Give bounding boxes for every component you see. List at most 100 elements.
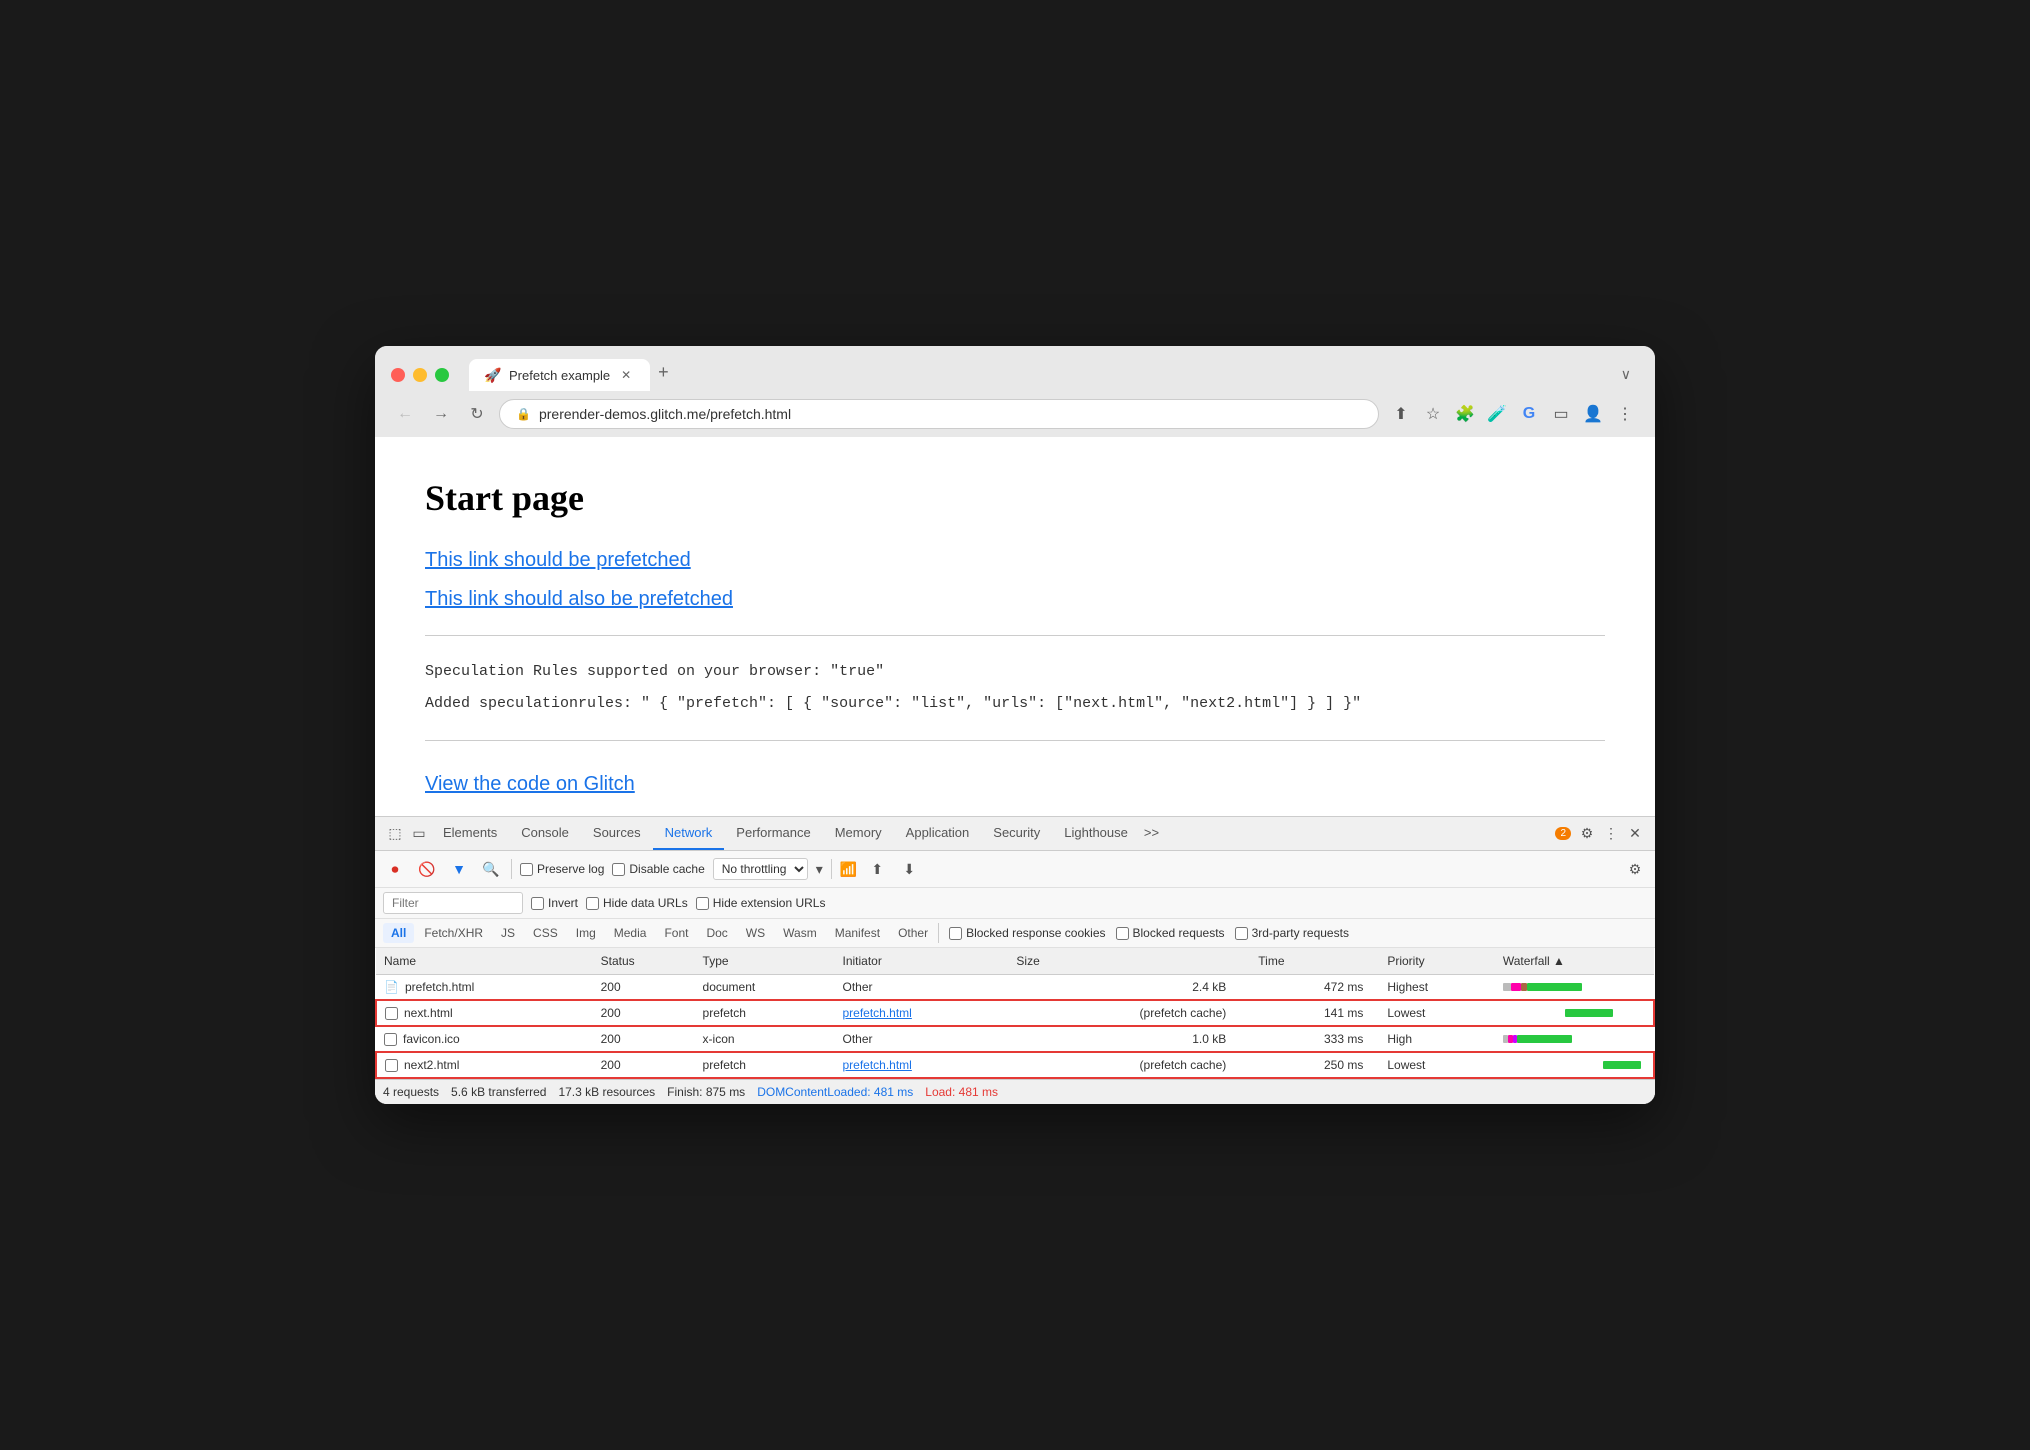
- col-priority[interactable]: Priority: [1379, 948, 1494, 975]
- clear-button[interactable]: 🚫: [415, 857, 439, 881]
- tab-application[interactable]: Application: [894, 817, 982, 850]
- filter-other[interactable]: Other: [890, 923, 936, 943]
- settings-icon[interactable]: ⚙: [1575, 822, 1599, 846]
- col-waterfall[interactable]: Waterfall ▲: [1495, 948, 1654, 975]
- col-status[interactable]: Status: [593, 948, 695, 975]
- tab-elements[interactable]: Elements: [431, 817, 509, 850]
- filter-img[interactable]: Img: [568, 923, 604, 943]
- initiator-link[interactable]: prefetch.html: [842, 1058, 911, 1072]
- invert-label[interactable]: Invert: [531, 896, 578, 910]
- row-checkbox[interactable]: [385, 1059, 398, 1072]
- element-picker-icon[interactable]: ⬚: [383, 822, 407, 846]
- disable-cache-checkbox[interactable]: [612, 863, 625, 876]
- filter-js[interactable]: JS: [493, 923, 523, 943]
- third-party-checkbox[interactable]: [1235, 927, 1248, 940]
- labs-icon[interactable]: 🧪: [1483, 400, 1511, 428]
- cell-initiator[interactable]: prefetch.html: [834, 1052, 1008, 1078]
- menu-icon[interactable]: ⋮: [1611, 400, 1639, 428]
- table-row[interactable]: next2.html 200 prefetch prefetch.html (p…: [376, 1052, 1654, 1078]
- document-icon: 📄: [384, 980, 399, 994]
- filter-manifest[interactable]: Manifest: [827, 923, 888, 943]
- cell-initiator[interactable]: prefetch.html: [834, 1000, 1008, 1026]
- row-checkbox[interactable]: [385, 1007, 398, 1020]
- collapse-button[interactable]: ∨: [1613, 362, 1639, 387]
- new-tab-button[interactable]: +: [650, 358, 677, 387]
- filter-font[interactable]: Font: [656, 923, 696, 943]
- invert-checkbox[interactable]: [531, 897, 544, 910]
- finish-time: Finish: 875 ms: [667, 1085, 745, 1099]
- search-icon[interactable]: 🔍: [479, 857, 503, 881]
- third-party-label[interactable]: 3rd-party requests: [1235, 926, 1349, 940]
- share-icon[interactable]: ⬆: [1387, 400, 1415, 428]
- tab-security[interactable]: Security: [981, 817, 1052, 850]
- col-time[interactable]: Time: [1250, 948, 1379, 975]
- more-options-icon[interactable]: ⋮: [1599, 822, 1623, 846]
- minimize-button[interactable]: [413, 368, 427, 382]
- more-tabs-button[interactable]: >>: [1140, 817, 1163, 850]
- filter-icon[interactable]: ▼: [447, 857, 471, 881]
- blocked-cookies-label[interactable]: Blocked response cookies: [949, 926, 1105, 940]
- extensions-icon[interactable]: 🧩: [1451, 400, 1479, 428]
- tab-sources[interactable]: Sources: [581, 817, 653, 850]
- hide-data-label[interactable]: Hide data URLs: [586, 896, 688, 910]
- col-name[interactable]: Name: [376, 948, 593, 975]
- waterfall-bar: [1503, 983, 1511, 991]
- back-button[interactable]: ←: [391, 400, 419, 428]
- preserve-log-checkbox[interactable]: [520, 863, 533, 876]
- profile-icon[interactable]: 👤: [1579, 400, 1607, 428]
- cell-priority: Highest: [1379, 975, 1494, 1001]
- upload-icon[interactable]: ⬆: [865, 857, 889, 881]
- tab-performance[interactable]: Performance: [724, 817, 822, 850]
- tab-console[interactable]: Console: [509, 817, 581, 850]
- col-initiator[interactable]: Initiator: [834, 948, 1008, 975]
- disable-cache-label[interactable]: Disable cache: [612, 862, 704, 876]
- speculation-rules-line2: Added speculationrules: " { "prefetch": …: [425, 692, 1605, 716]
- table-row[interactable]: next.html 200 prefetch prefetch.html (pr…: [376, 1000, 1654, 1026]
- google-icon[interactable]: G: [1515, 400, 1543, 428]
- record-button[interactable]: ⏺: [383, 857, 407, 881]
- prefetch-link-2[interactable]: This link should also be prefetched: [425, 588, 1605, 611]
- cell-time: 333 ms: [1250, 1026, 1379, 1052]
- hide-data-checkbox[interactable]: [586, 897, 599, 910]
- star-icon[interactable]: ☆: [1419, 400, 1447, 428]
- table-row[interactable]: favicon.ico 200 x-icon Other 1.0 kB 333 …: [376, 1026, 1654, 1052]
- tab-close-icon[interactable]: ✕: [618, 367, 634, 383]
- tab-memory[interactable]: Memory: [823, 817, 894, 850]
- view-code-link[interactable]: View the code on Glitch: [425, 773, 635, 796]
- close-button[interactable]: [391, 368, 405, 382]
- preserve-log-label[interactable]: Preserve log: [520, 862, 604, 876]
- filter-wasm[interactable]: Wasm: [775, 923, 825, 943]
- close-devtools-icon[interactable]: ✕: [1623, 822, 1647, 846]
- tab-network[interactable]: Network: [653, 817, 725, 850]
- col-size[interactable]: Size: [1008, 948, 1250, 975]
- forward-button[interactable]: →: [427, 400, 455, 428]
- active-tab[interactable]: 🚀 Prefetch example ✕: [469, 359, 650, 391]
- filter-doc[interactable]: Doc: [698, 923, 735, 943]
- filter-media[interactable]: Media: [606, 923, 655, 943]
- row-checkbox[interactable]: [384, 1033, 397, 1046]
- reading-list-icon[interactable]: ▭: [1547, 400, 1575, 428]
- col-type[interactable]: Type: [695, 948, 835, 975]
- download-icon[interactable]: ⬇: [897, 857, 921, 881]
- blocked-cookies-checkbox[interactable]: [949, 927, 962, 940]
- maximize-button[interactable]: [435, 368, 449, 382]
- filter-all[interactable]: All: [383, 923, 414, 943]
- device-toolbar-icon[interactable]: ▭: [407, 822, 431, 846]
- prefetch-link-1[interactable]: This link should be prefetched: [425, 549, 1605, 572]
- tab-lighthouse[interactable]: Lighthouse: [1052, 817, 1140, 850]
- throttle-select[interactable]: No throttling Fast 3G Slow 3G Offline: [713, 858, 808, 880]
- reload-button[interactable]: ↻: [463, 400, 491, 428]
- hide-ext-checkbox[interactable]: [696, 897, 709, 910]
- blocked-requests-checkbox[interactable]: [1116, 927, 1129, 940]
- network-settings-icon[interactable]: ⚙: [1623, 857, 1647, 881]
- filter-input[interactable]: [383, 892, 523, 914]
- filter-ws[interactable]: WS: [738, 923, 773, 943]
- blocked-requests-label[interactable]: Blocked requests: [1116, 926, 1225, 940]
- filter-css[interactable]: CSS: [525, 923, 566, 943]
- table-row[interactable]: 📄 prefetch.html 200 document Other 2.4 k…: [376, 975, 1654, 1001]
- url-bar[interactable]: 🔒 prerender-demos.glitch.me/prefetch.htm…: [499, 399, 1379, 429]
- filter-fetch-xhr[interactable]: Fetch/XHR: [416, 923, 491, 943]
- hide-ext-text: Hide extension URLs: [713, 896, 826, 910]
- initiator-link[interactable]: prefetch.html: [842, 1006, 911, 1020]
- hide-ext-label[interactable]: Hide extension URLs: [696, 896, 826, 910]
